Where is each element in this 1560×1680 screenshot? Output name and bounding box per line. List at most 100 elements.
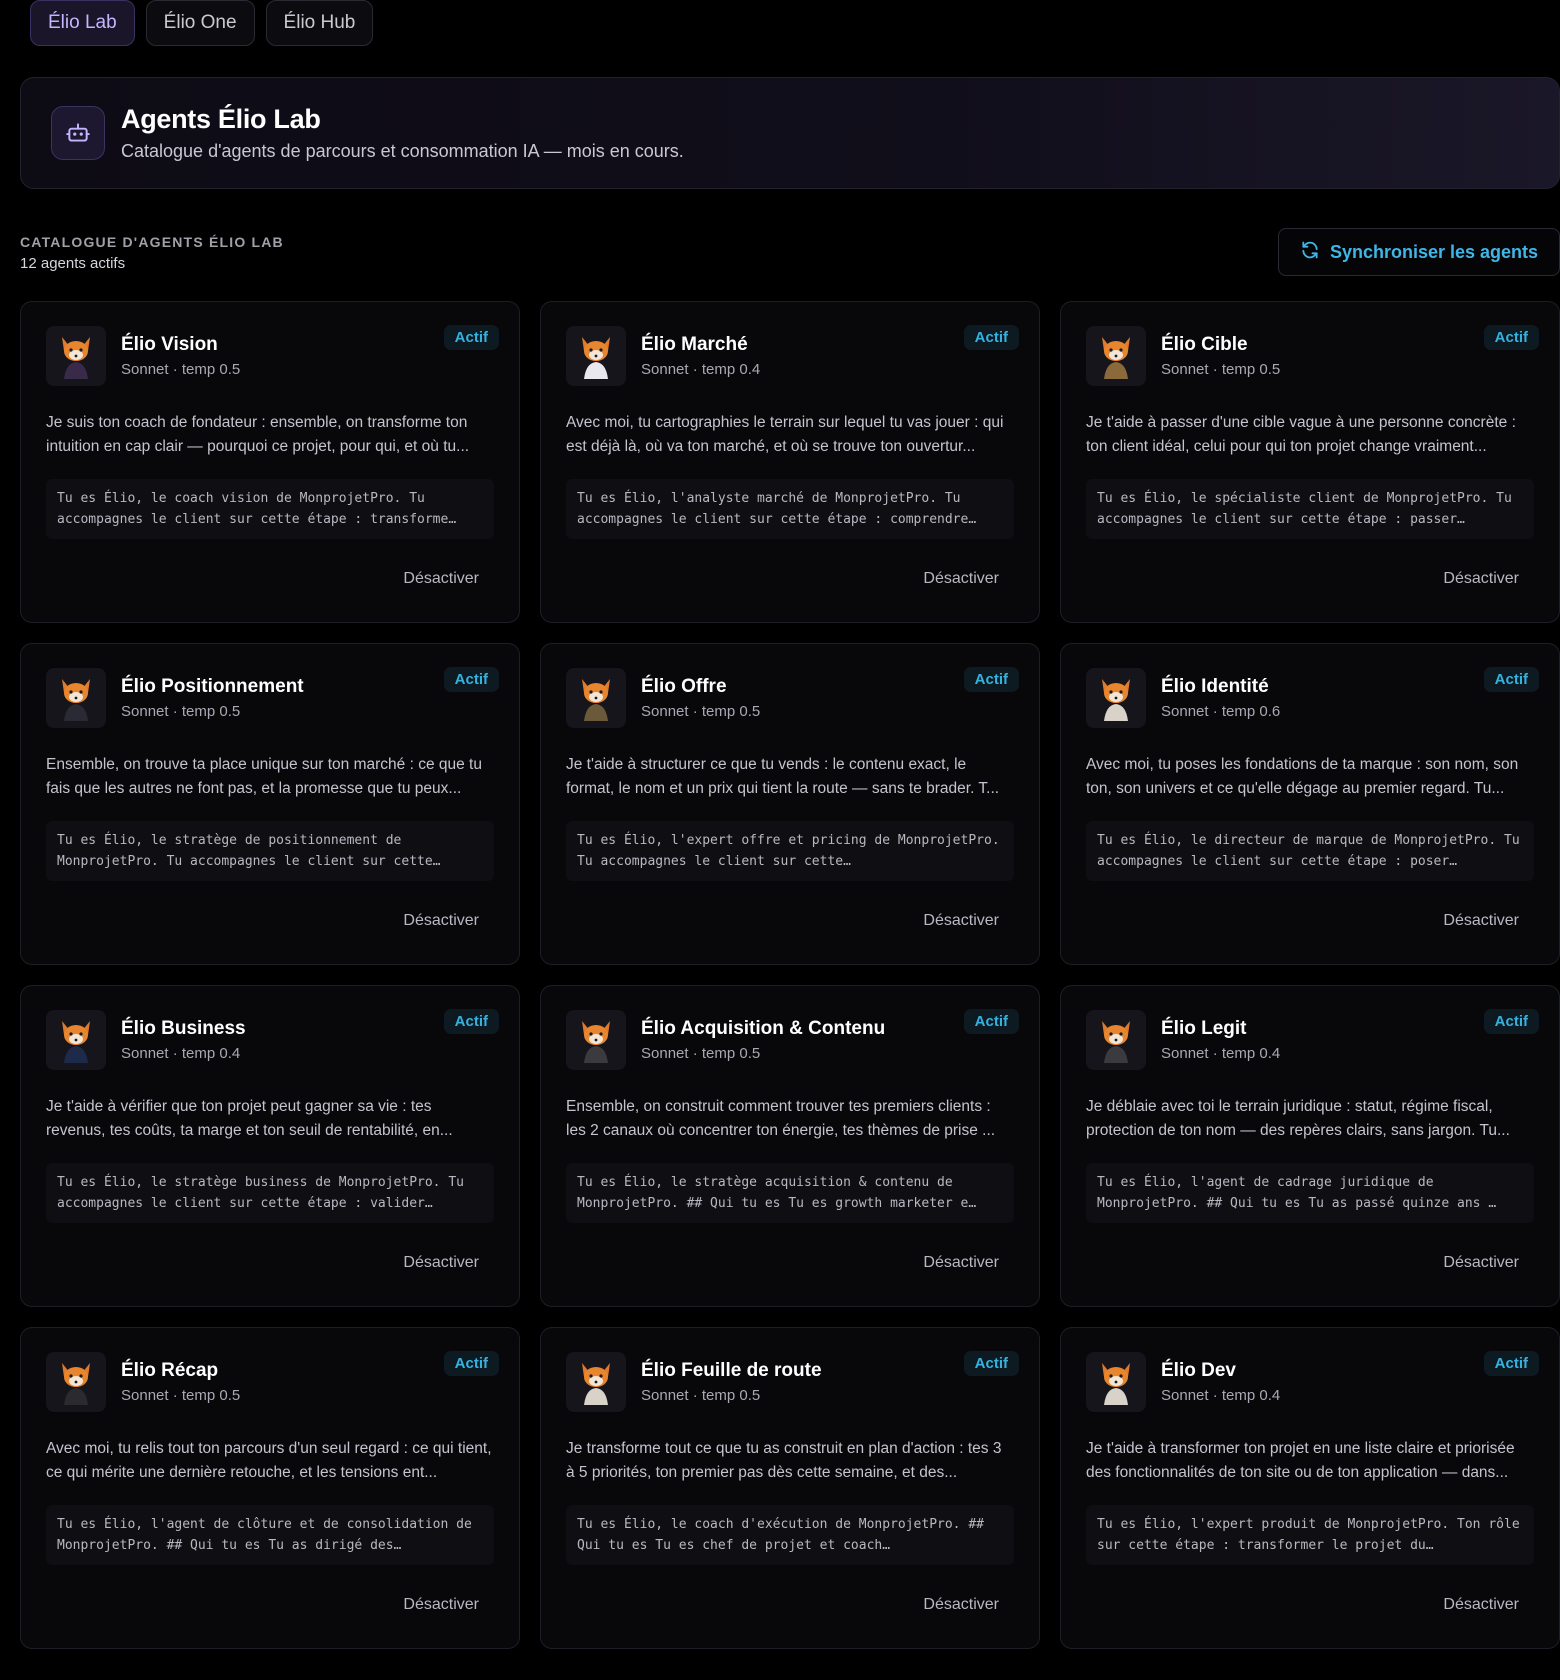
- fox-mascot-icon: [582, 337, 610, 379]
- agent-card-2: Élio Marché Sonnet · temp 0.4 Actif Avec…: [540, 301, 1040, 623]
- status-badge: Actif: [1483, 325, 1539, 350]
- sync-agents-button[interactable]: Synchroniser les agents: [1278, 228, 1560, 276]
- agent-model-meta: Sonnet · temp 0.4: [121, 1045, 241, 1062]
- agent-name: Élio Cible: [1161, 334, 1248, 355]
- status-badge: Actif: [1483, 667, 1539, 692]
- status-badge: Actif: [443, 1009, 499, 1034]
- sync-agents-label: Synchroniser les agents: [1329, 241, 1539, 262]
- agent-avatar: [1086, 1352, 1146, 1412]
- deactivate-button[interactable]: Désactiver: [1443, 1254, 1519, 1272]
- active-agents-count: 12 agents actifs: [20, 255, 126, 272]
- agent-name: Élio Legit: [1161, 1018, 1247, 1039]
- fox-mascot-icon: [1102, 679, 1130, 721]
- fox-mascot-icon: [62, 1363, 90, 1405]
- deactivate-button[interactable]: Désactiver: [923, 570, 999, 588]
- deactivate-button[interactable]: Désactiver: [403, 1596, 479, 1614]
- agent-description: Je t'aide à transformer ton projet en un…: [1086, 1440, 1515, 1481]
- refresh-icon: [1300, 240, 1320, 265]
- deactivate-button[interactable]: Désactiver: [1443, 570, 1519, 588]
- fox-mascot-icon: [582, 679, 610, 721]
- agent-card-4: Élio Positionnement Sonnet · temp 0.5 Ac…: [20, 643, 520, 965]
- agent-card-9: Élio Legit Sonnet · temp 0.4 Actif Je dé…: [1060, 985, 1560, 1307]
- agent-avatar: [566, 1010, 626, 1070]
- status-badge: Actif: [963, 325, 1019, 350]
- tab-elio-hub[interactable]: Élio Hub: [265, 0, 374, 46]
- agent-avatar: [566, 668, 626, 728]
- fox-mascot-icon: [582, 1021, 610, 1063]
- agents-grid: Élio Vision Sonnet · temp 0.5 Actif Je s…: [20, 301, 1560, 1649]
- deactivate-button[interactable]: Désactiver: [1443, 912, 1519, 930]
- agent-card-10: Élio Récap Sonnet · temp 0.5 Actif Avec …: [20, 1327, 520, 1649]
- agent-system-prompt: Tu es Élio, l'agent de clôture et de con…: [46, 1505, 494, 1565]
- agent-avatar: [46, 668, 106, 728]
- agent-description: Je t'aide à vérifier que ton projet peut…: [46, 1098, 453, 1139]
- agent-name: Élio Offre: [641, 676, 727, 697]
- agent-name: Élio Acquisition & Contenu: [641, 1018, 886, 1039]
- deactivate-button[interactable]: Désactiver: [403, 1254, 479, 1272]
- tab-elio-lab[interactable]: Élio Lab: [30, 0, 135, 46]
- agent-description: Je suis ton coach de fondateur : ensembl…: [46, 414, 470, 455]
- agent-model-meta: Sonnet · temp 0.6: [1161, 703, 1281, 720]
- agent-card-12: Élio Dev Sonnet · temp 0.4 Actif Je t'ai…: [1060, 1327, 1560, 1649]
- status-badge: Actif: [443, 1351, 499, 1376]
- status-badge: Actif: [963, 1009, 1019, 1034]
- agent-card-8: Élio Acquisition & Contenu Sonnet · temp…: [540, 985, 1040, 1307]
- status-badge: Actif: [1483, 1351, 1539, 1376]
- agent-name: Élio Business: [121, 1018, 246, 1039]
- agent-model-meta: Sonnet · temp 0.5: [121, 1387, 241, 1404]
- fox-mascot-icon: [1102, 337, 1130, 379]
- agent-system-prompt: Tu es Élio, l'analyste marché de Monproj…: [566, 479, 1014, 539]
- status-badge: Actif: [963, 667, 1019, 692]
- fox-mascot-icon: [62, 1021, 90, 1063]
- agent-system-prompt: Tu es Élio, le directeur de marque de Mo…: [1086, 821, 1534, 881]
- status-badge: Actif: [963, 1351, 1019, 1376]
- agent-model-meta: Sonnet · temp 0.4: [641, 361, 761, 378]
- status-badge: Actif: [443, 667, 499, 692]
- agent-model-meta: Sonnet · temp 0.5: [1161, 361, 1281, 378]
- agent-description: Je t'aide à passer d'une cible vague à u…: [1086, 414, 1516, 455]
- fox-mascot-icon: [582, 1363, 610, 1405]
- deactivate-button[interactable]: Désactiver: [403, 570, 479, 588]
- fox-mascot-icon: [62, 337, 90, 379]
- agent-model-meta: Sonnet · temp 0.5: [641, 1387, 761, 1404]
- deactivate-button[interactable]: Désactiver: [923, 1596, 999, 1614]
- agent-system-prompt: Tu es Élio, le coach d'exécution de Monp…: [566, 1505, 1014, 1565]
- agent-system-prompt: Tu es Élio, l'expert produit de Monproje…: [1086, 1505, 1534, 1565]
- agent-system-prompt: Tu es Élio, le spécialiste client de Mon…: [1086, 479, 1534, 539]
- agent-name: Élio Identité: [1161, 676, 1269, 697]
- agent-avatar: [1086, 668, 1146, 728]
- agent-card-5: Élio Offre Sonnet · temp 0.5 Actif Je t'…: [540, 643, 1040, 965]
- page-subtitle: Catalogue d'agents de parcours et consom…: [121, 141, 684, 161]
- agent-description: Ensemble, on construit comment trouver t…: [566, 1098, 996, 1139]
- agent-name: Élio Dev: [1161, 1360, 1236, 1381]
- agent-system-prompt: Tu es Élio, l'agent de cadrage juridique…: [1086, 1163, 1534, 1223]
- agent-model-meta: Sonnet · temp 0.5: [641, 703, 761, 720]
- agent-system-prompt: Tu es Élio, le stratège acquisition & co…: [566, 1163, 1014, 1223]
- fox-mascot-icon: [1102, 1021, 1130, 1063]
- deactivate-button[interactable]: Désactiver: [923, 912, 999, 930]
- deactivate-button[interactable]: Désactiver: [923, 1254, 999, 1272]
- agent-description: Je transforme tout ce que tu as construi…: [566, 1440, 1002, 1481]
- agent-card-7: Élio Business Sonnet · temp 0.4 Actif Je…: [20, 985, 520, 1307]
- agent-avatar: [566, 1352, 626, 1412]
- agent-model-meta: Sonnet · temp 0.5: [121, 361, 241, 378]
- section-label: CATALOGUE D'AGENTS ÉLIO LAB: [20, 234, 284, 250]
- tab-elio-one[interactable]: Élio One: [145, 0, 255, 46]
- robot-icon: [51, 106, 105, 160]
- agent-avatar: [46, 1010, 106, 1070]
- agent-name: Élio Feuille de route: [641, 1360, 822, 1381]
- fox-mascot-icon: [62, 679, 90, 721]
- agent-description: Avec moi, tu poses les fondations de ta …: [1086, 756, 1519, 797]
- fox-mascot-icon: [1102, 1363, 1130, 1405]
- agent-system-prompt: Tu es Élio, le stratège de positionnemen…: [46, 821, 494, 881]
- agent-model-meta: Sonnet · temp 0.5: [641, 1045, 761, 1062]
- agent-system-prompt: Tu es Élio, le coach vision de Monprojet…: [46, 479, 494, 539]
- agent-avatar: [46, 326, 106, 386]
- agent-description: Ensemble, on trouve ta place unique sur …: [46, 756, 482, 797]
- deactivate-button[interactable]: Désactiver: [1443, 1596, 1519, 1614]
- agent-avatar: [1086, 326, 1146, 386]
- deactivate-button[interactable]: Désactiver: [403, 912, 479, 930]
- agent-card-3: Élio Cible Sonnet · temp 0.5 Actif Je t'…: [1060, 301, 1560, 623]
- agent-name: Élio Marché: [641, 334, 748, 355]
- agent-name: Élio Vision: [121, 334, 218, 355]
